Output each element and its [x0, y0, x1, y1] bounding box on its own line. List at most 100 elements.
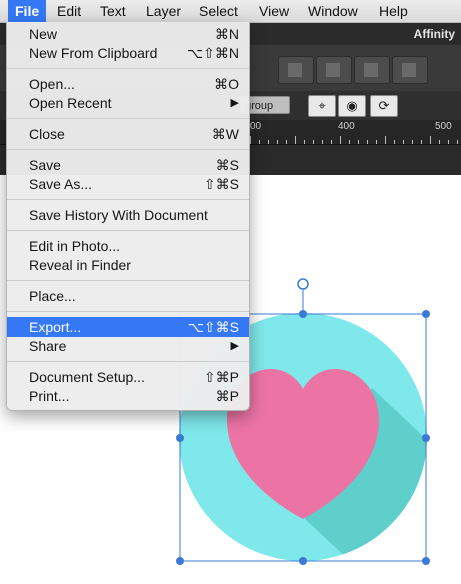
menu-item-label: Place...: [29, 288, 76, 304]
toolbar-button-3[interactable]: [354, 56, 390, 84]
menu-item-export[interactable]: Export... ⌥⇧⌘S: [7, 317, 249, 337]
menu-help[interactable]: Help: [372, 0, 415, 22]
ruler-tick: [412, 140, 413, 144]
menu-item-shortcut: ⇧⌘S: [203, 176, 239, 192]
menu-item-shortcut: ⇧⌘P: [203, 369, 239, 385]
ruler-tick: [448, 140, 449, 144]
menu-layer[interactable]: Layer: [139, 0, 188, 22]
ruler-tick: [457, 140, 458, 144]
menu-separator: [7, 230, 249, 231]
menu-edit[interactable]: Edit: [50, 0, 88, 22]
arrange-icon: [288, 63, 302, 77]
snap-icon[interactable]: ⌖: [308, 95, 336, 117]
ruler-tick: [421, 140, 422, 144]
toolbar-button-1[interactable]: [278, 56, 314, 84]
menu-separator: [7, 361, 249, 362]
menu-separator: [7, 280, 249, 281]
menu-separator: [7, 68, 249, 69]
arrange-icon: [364, 63, 378, 77]
toolbar-button-4[interactable]: [392, 56, 428, 84]
menu-item-shortcut: ⌘S: [215, 157, 239, 173]
menu-item-share[interactable]: Share ▶: [7, 336, 249, 356]
ruler-tick: [439, 140, 440, 144]
selection-handle-bottom[interactable]: [299, 557, 307, 565]
ruler-tick: [403, 140, 404, 144]
menu-item-save[interactable]: Save ⌘S: [7, 155, 249, 175]
ruler-tick: [322, 140, 323, 144]
toolbar-button-2[interactable]: [316, 56, 352, 84]
app-title: Affinity: [413, 27, 455, 41]
menu-item-label: Reveal in Finder: [29, 257, 131, 273]
ruler-tick: [376, 140, 377, 144]
selection-handle-bottom-right[interactable]: [422, 557, 430, 565]
menu-item-label: Open Recent: [29, 95, 112, 111]
ruler-label: 500: [435, 121, 452, 132]
menu-item-open[interactable]: Open... ⌘O: [7, 74, 249, 94]
menu-select[interactable]: Select: [192, 0, 245, 22]
ruler-tick: [304, 140, 305, 144]
selection-handle-right[interactable]: [422, 434, 430, 442]
menu-view[interactable]: View: [252, 0, 296, 22]
menu-item-edit-in-photo[interactable]: Edit in Photo...: [7, 236, 249, 256]
menu-text[interactable]: Text: [93, 0, 133, 22]
arrange-icon: [326, 63, 340, 77]
ruler-tick: [259, 140, 260, 144]
menu-item-save-history[interactable]: Save History With Document: [7, 205, 249, 225]
menu-item-label: Save: [29, 157, 61, 173]
file-menu: New ⌘N New From Clipboard ⌥⇧⌘N Open... ⌘…: [6, 22, 250, 411]
menu-item-close[interactable]: Close ⌘W: [7, 124, 249, 144]
menu-bar: File Edit Text Layer Select View Window …: [0, 0, 461, 23]
ruler-tick: [358, 140, 359, 144]
menu-item-label: New: [29, 26, 58, 42]
ruler-tick: [331, 140, 332, 144]
submenu-arrow-icon: ▶: [230, 340, 239, 352]
menu-item-document-setup[interactable]: Document Setup... ⇧⌘P: [7, 367, 249, 387]
selection-handle-left[interactable]: [176, 434, 184, 442]
ruler-tick: [250, 136, 251, 144]
menu-item-label: Print...: [29, 388, 70, 404]
ruler-tick: [385, 136, 386, 144]
menu-item-label: Close: [29, 126, 65, 142]
ruler-tick: [295, 136, 296, 144]
menu-item-place[interactable]: Place...: [7, 286, 249, 306]
ruler-tick: [394, 140, 395, 144]
transform-icon[interactable]: ⟳: [370, 95, 398, 117]
selection-handle-bottom-left[interactable]: [176, 557, 184, 565]
ruler-tick: [340, 136, 341, 144]
menu-item-save-as[interactable]: Save As... ⇧⌘S: [7, 174, 249, 194]
ruler-tick: [367, 140, 368, 144]
menu-file[interactable]: File: [8, 0, 47, 22]
menu-item-label: Open...: [29, 76, 75, 92]
selection-handle-top-right[interactable]: [422, 310, 430, 318]
menu-item-label: Document Setup...: [29, 369, 145, 385]
menu-item-shortcut: ⌥⇧⌘S: [187, 319, 239, 335]
arrange-icon: [402, 63, 416, 77]
menu-item-label: Save History With Document: [29, 207, 208, 223]
menu-separator: [7, 199, 249, 200]
ruler-tick: [268, 140, 269, 144]
menu-item-new-from-clipboard[interactable]: New From Clipboard ⌥⇧⌘N: [7, 43, 249, 63]
menu-item-shortcut: ⌘P: [215, 388, 239, 404]
menu-item-new[interactable]: New ⌘N: [7, 24, 249, 44]
submenu-arrow-icon: ▶: [230, 97, 239, 109]
menu-item-reveal-in-finder[interactable]: Reveal in Finder: [7, 255, 249, 275]
ruler-label: 00: [250, 121, 262, 132]
menu-separator: [7, 311, 249, 312]
ruler-label: 400: [338, 121, 355, 132]
menu-item-shortcut: ⌘N: [214, 26, 239, 42]
view-icon[interactable]: ◉: [338, 95, 366, 117]
menu-item-label: Edit in Photo...: [29, 238, 121, 254]
ruler-tick: [430, 136, 431, 144]
menu-separator: [7, 149, 249, 150]
rotation-handle[interactable]: [297, 278, 309, 290]
menu-item-open-recent[interactable]: Open Recent ▶: [7, 93, 249, 113]
selection-handle-top[interactable]: [299, 310, 307, 318]
menu-item-label: Share: [29, 338, 67, 354]
menu-item-label: Save As...: [29, 176, 93, 192]
ruler-tick: [286, 140, 287, 144]
menu-item-shortcut: ⌘W: [211, 126, 239, 142]
menu-item-print[interactable]: Print... ⌘P: [7, 386, 249, 406]
menu-item-shortcut: ⌘O: [214, 76, 239, 92]
ruler-tick: [277, 140, 278, 144]
menu-window[interactable]: Window: [301, 0, 365, 22]
